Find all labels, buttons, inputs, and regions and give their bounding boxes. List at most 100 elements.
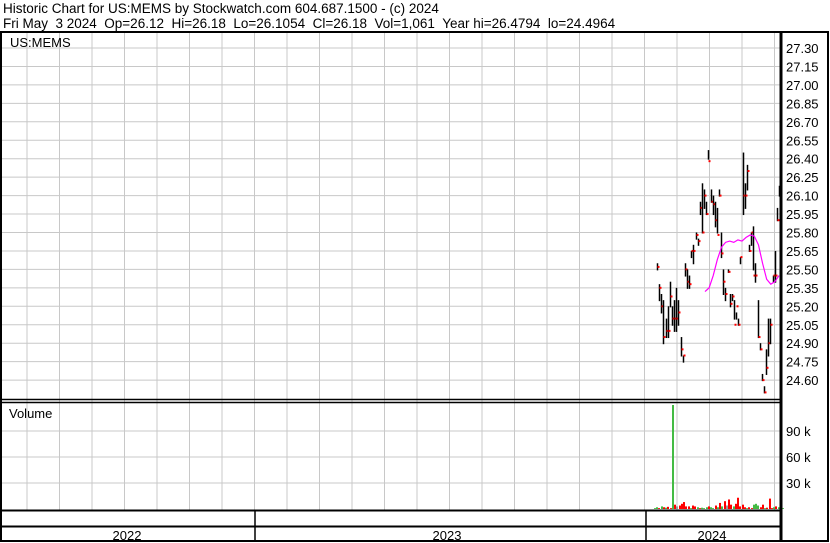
close-tick: [745, 194, 748, 197]
volume-bar: [708, 506, 710, 509]
close-tick: [728, 270, 731, 273]
volume-bar: [670, 508, 672, 509]
price-tick-label: 27.15: [786, 59, 819, 74]
close-tick: [689, 283, 692, 286]
volume-bar: [703, 508, 705, 509]
volume-bar: [674, 504, 676, 509]
price-tick-label: 25.50: [786, 262, 819, 277]
volume-bar: [746, 508, 748, 509]
marks: [654, 150, 784, 509]
volume-bar: [710, 507, 712, 509]
volume-bar: [764, 508, 766, 509]
volume-bar: [665, 507, 667, 509]
volume-bar: [762, 504, 764, 509]
volume-bar: [719, 502, 721, 509]
volume-bar: [692, 505, 694, 509]
volume-bar: [672, 405, 674, 509]
volume-bar: [683, 502, 685, 509]
volume-bar: [661, 506, 663, 509]
price-tick-label: 25.05: [786, 318, 819, 333]
volume-panel-title: Volume: [9, 406, 52, 421]
volume-bar: [701, 507, 703, 509]
volume-bar: [712, 508, 714, 509]
close-tick: [760, 348, 763, 351]
volume-bar: [656, 507, 658, 509]
volume-bar: [690, 508, 692, 509]
volume-bar: [717, 507, 719, 509]
volume-bar: [773, 507, 775, 509]
close-tick: [683, 354, 686, 357]
close-tick: [738, 323, 741, 326]
frame: [0, 31, 829, 542]
close-tick: [702, 231, 705, 234]
close-tick: [766, 366, 769, 369]
close-tick: [696, 233, 699, 236]
volume-bar: [735, 503, 737, 509]
price-tick-label: 25.35: [786, 281, 819, 296]
volume-bar: [663, 507, 665, 509]
price-tick-label: 26.25: [786, 170, 819, 185]
volume-bar: [697, 507, 699, 509]
grid: [2, 33, 780, 510]
close-tick: [723, 280, 726, 283]
volume-bar: [688, 506, 690, 509]
volume-bar: [733, 506, 735, 509]
volume-bar: [775, 506, 777, 509]
year-label-2024: 2024: [698, 528, 727, 543]
price-tick-label: 26.70: [786, 115, 819, 130]
close-tick: [670, 295, 673, 298]
price-tick-label: 27.00: [786, 78, 819, 93]
volume-bar: [654, 508, 656, 509]
volume-bar: [676, 506, 678, 509]
price-tick-label: 24.75: [786, 355, 819, 370]
volume-bar: [706, 507, 708, 509]
chart-border: [0, 31, 829, 542]
year-label-2022: 2022: [113, 528, 142, 543]
volume-bar: [751, 508, 753, 509]
close-tick: [659, 286, 662, 289]
price-tick-label: 25.80: [786, 226, 819, 241]
close-tick: [775, 274, 778, 277]
chart-window: Historic Chart for US:MEMS by Stockwatch…: [0, 0, 830, 543]
close-tick: [747, 170, 750, 172]
price-tick-label: 26.85: [786, 96, 819, 111]
price-tick-label: 26.55: [786, 133, 819, 148]
close-tick: [770, 323, 773, 326]
close-tick: [717, 233, 720, 236]
volume-bar: [724, 501, 726, 509]
close-tick: [755, 274, 758, 277]
volume-bar: [667, 506, 669, 509]
volume-bar: [715, 505, 717, 509]
price-panel-title: US:MEMS: [10, 35, 71, 50]
volume-tick-label: 30 k: [786, 476, 811, 491]
volume-bar: [681, 503, 683, 509]
close-tick: [736, 305, 739, 308]
volume-bar: [739, 506, 741, 509]
close-tick: [706, 213, 709, 216]
volume-bar: [753, 504, 755, 509]
volume-bar: [748, 507, 750, 509]
close-tick: [777, 219, 780, 222]
close-tick: [749, 249, 752, 252]
close-tick: [721, 252, 724, 255]
volume-bar: [694, 506, 696, 509]
price-tick-label: 26.40: [786, 152, 819, 167]
price-tick-label: 24.60: [786, 373, 819, 388]
volume-bar: [744, 507, 746, 509]
close-tick: [734, 323, 737, 326]
volume-tick-label: 60 k: [786, 450, 811, 465]
volume-bar: [766, 507, 768, 509]
close-tick: [725, 293, 728, 295]
close-tick: [663, 336, 666, 339]
close-tick: [708, 160, 711, 163]
volume-bar: [679, 505, 681, 509]
close-tick: [732, 295, 735, 298]
close-tick: [678, 311, 681, 314]
price-tick-label: 24.90: [786, 336, 819, 351]
close-tick: [758, 336, 761, 339]
close-tick: [668, 329, 671, 332]
close-tick: [719, 194, 722, 197]
volume-bar: [728, 499, 730, 509]
price-tick-label: 27.30: [786, 41, 819, 56]
close-tick: [762, 379, 765, 382]
